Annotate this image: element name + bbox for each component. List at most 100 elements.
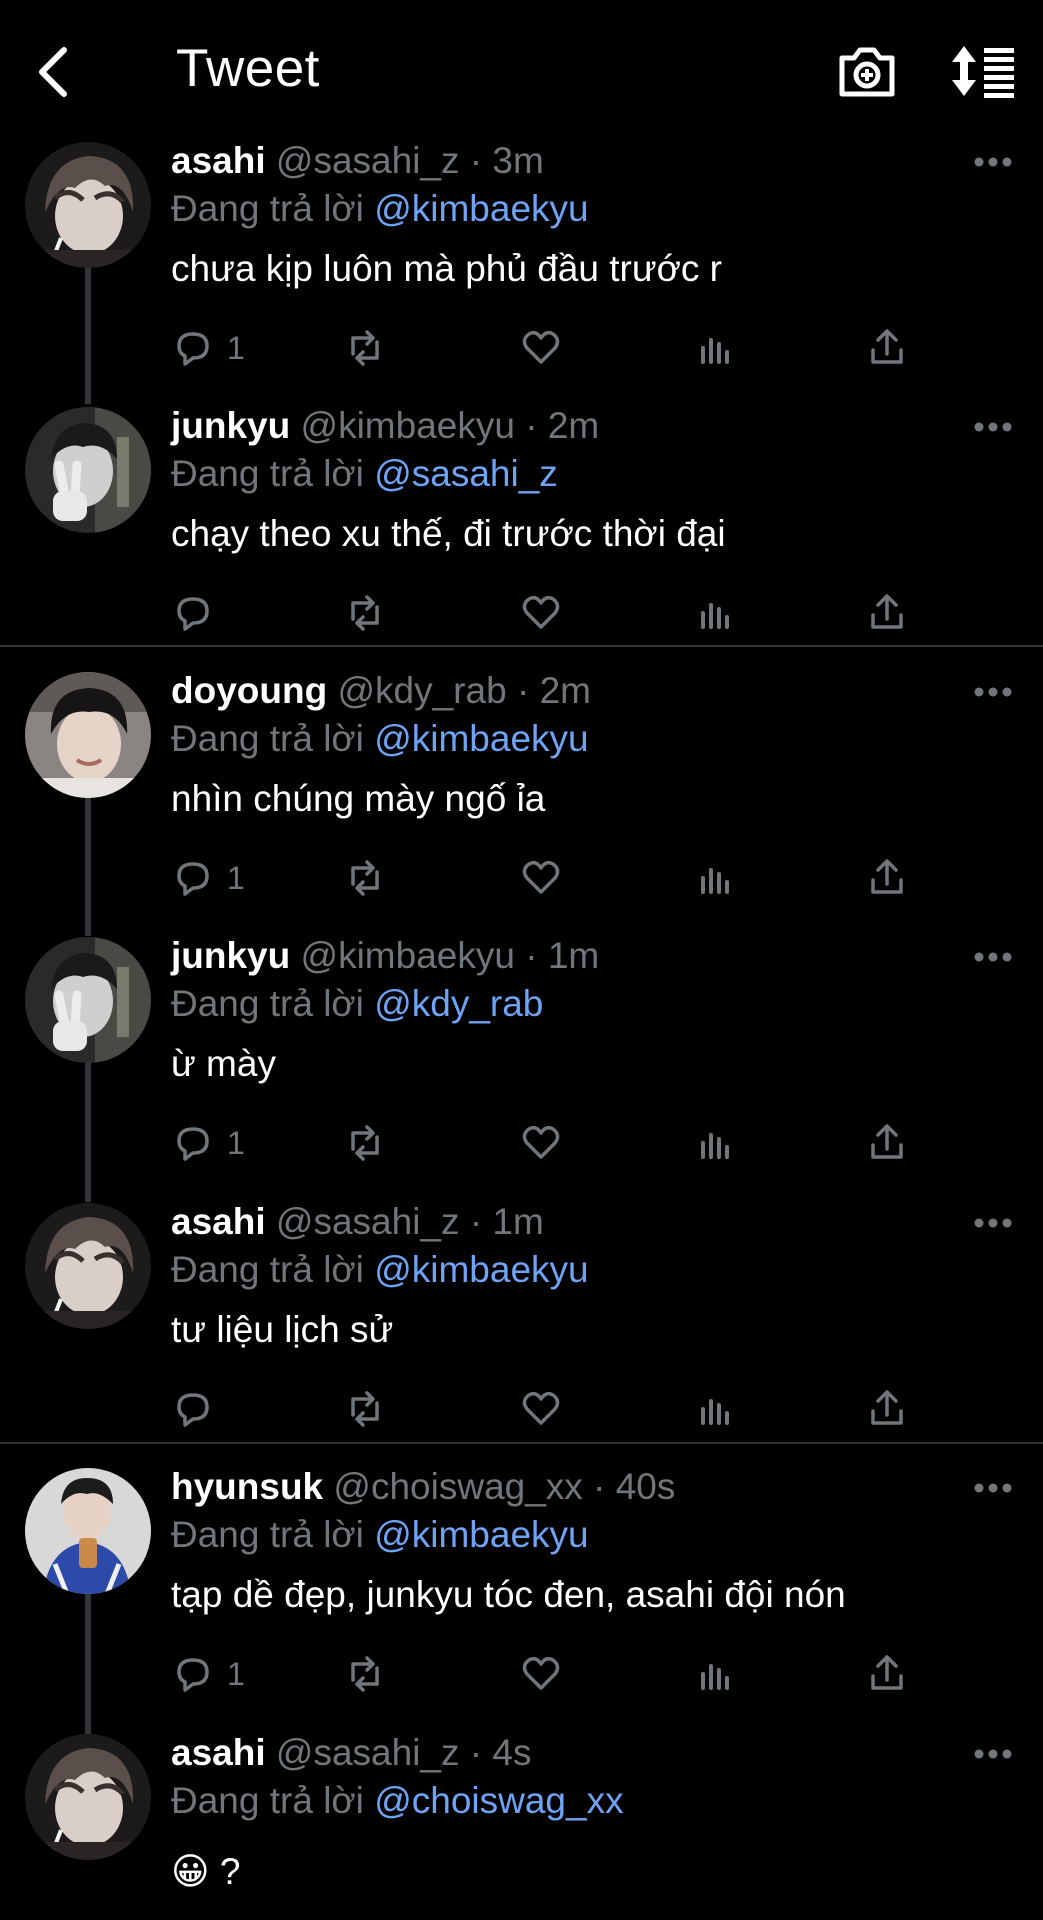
display-name[interactable]: junkyu [171, 935, 290, 976]
tweet-text: tạp dề đẹp, junkyu tóc đen, asahi đội nó… [171, 1574, 846, 1615]
tweet-actions [171, 590, 931, 640]
timestamp: 3m [492, 140, 544, 181]
display-name[interactable]: hyunsuk [171, 1466, 323, 1507]
tweet-item[interactable]: junkyu @kimbaekyu · 1m Đang trả lời @kdy… [0, 935, 1043, 1202]
like-button[interactable] [519, 325, 563, 371]
like-button[interactable] [519, 1651, 563, 1697]
mention-link[interactable]: @kimbaekyu [374, 1514, 588, 1555]
like-button[interactable] [519, 1386, 563, 1432]
like-button[interactable] [519, 1120, 563, 1166]
handle: @sasahi_z [275, 1732, 460, 1773]
timestamp: 1m [492, 1201, 544, 1242]
reply-count: 1 [227, 1124, 245, 1161]
reply-button[interactable] [171, 1386, 227, 1432]
tweet-text: 😀 ? [171, 1851, 241, 1892]
tweet-text: chạy theo xu thế, đi trước thời đại [171, 513, 726, 554]
mention-link[interactable]: @kimbaekyu [374, 718, 588, 759]
tweet-actions: 1 [171, 855, 931, 905]
share-icon [871, 594, 903, 629]
display-name[interactable]: junkyu [171, 405, 290, 446]
retweet-icon [351, 1125, 379, 1161]
share-button[interactable] [865, 325, 909, 371]
views-button[interactable] [693, 590, 737, 636]
analytics-icon [701, 868, 729, 894]
handle: @sasahi_z [275, 140, 460, 181]
analytics-icon [701, 1399, 729, 1425]
tweet-item[interactable]: hyunsuk @choiswag_xx · 40s Đang trả lời … [0, 1466, 1043, 1733]
more-options-icon[interactable] [973, 1482, 1013, 1494]
mention-link[interactable]: @kimbaekyu [374, 188, 588, 229]
avatar[interactable] [25, 142, 151, 268]
mention-link[interactable]: @kdy_rab [374, 983, 543, 1024]
tweet-item[interactable]: asahi @sasahi_z · 1m Đang trả lời @kimba… [0, 1201, 1043, 1468]
retweet-icon [351, 595, 379, 631]
handle: @sasahi_z [275, 1201, 460, 1242]
views-button[interactable] [693, 855, 737, 901]
timestamp: 2m [547, 405, 600, 446]
like-button[interactable] [519, 855, 563, 901]
camera-add-icon[interactable] [836, 44, 898, 100]
reply-icon [177, 1393, 209, 1427]
back-arrow-icon[interactable] [30, 44, 78, 100]
share-button[interactable] [865, 590, 909, 636]
more-options-icon[interactable] [973, 156, 1013, 168]
tweet-header: asahi @sasahi_z · 1m [171, 1201, 544, 1242]
retweet-button[interactable] [343, 1120, 387, 1166]
analytics-icon [701, 1133, 729, 1159]
display-name[interactable]: asahi [171, 1201, 266, 1242]
timestamp: 4s [492, 1732, 532, 1773]
sort-icon[interactable] [950, 44, 1016, 98]
views-button[interactable] [693, 325, 737, 371]
share-button[interactable] [865, 1386, 909, 1432]
handle: @kdy_rab [337, 670, 507, 711]
heart-icon [522, 595, 560, 629]
avatar[interactable] [25, 407, 151, 533]
share-button[interactable] [865, 855, 909, 901]
display-name[interactable]: asahi [171, 140, 266, 181]
more-options-icon[interactable] [973, 1217, 1013, 1229]
tweet-item[interactable]: junkyu @kimbaekyu · 2m Đang trả lời @sas… [0, 405, 1043, 672]
tweet-item[interactable]: asahi @sasahi_z · 4s Đang trả lời @chois… [0, 1732, 1043, 1920]
views-button[interactable] [693, 1651, 737, 1697]
mention-link[interactable]: @sasahi_z [374, 453, 558, 494]
avatar[interactable] [25, 937, 151, 1063]
more-options-icon[interactable] [973, 951, 1013, 963]
handle: @choiswag_xx [333, 1466, 583, 1507]
reply-count: 1 [227, 859, 245, 896]
tweet-item[interactable]: doyoung @kdy_rab · 2m Đang trả lời @kimb… [0, 670, 1043, 937]
share-button[interactable] [865, 1120, 909, 1166]
mention-link[interactable]: @kimbaekyu [374, 1249, 588, 1290]
share-button[interactable] [865, 1651, 909, 1697]
views-button[interactable] [693, 1386, 737, 1432]
reply-button[interactable]: 1 [171, 1651, 245, 1697]
display-name[interactable]: doyoung [171, 670, 327, 711]
reply-button[interactable]: 1 [171, 1120, 245, 1166]
tweet-item[interactable]: asahi @sasahi_z · 3m Đang trả lời @kimba… [0, 140, 1043, 407]
more-options-icon[interactable] [973, 1748, 1013, 1760]
retweet-button[interactable] [343, 1651, 387, 1697]
replying-to: Đang trả lời @kimbaekyu [171, 188, 589, 229]
more-options-icon[interactable] [973, 686, 1013, 698]
mention-link[interactable]: @choiswag_xx [374, 1780, 623, 1821]
retweet-icon [351, 1391, 379, 1427]
reply-button[interactable]: 1 [171, 325, 245, 371]
tweet-actions: 1 [171, 1120, 931, 1170]
tweet-header: asahi @sasahi_z · 3m [171, 140, 544, 181]
avatar[interactable] [25, 1734, 151, 1860]
retweet-button[interactable] [343, 1386, 387, 1432]
avatar[interactable] [25, 1468, 151, 1594]
views-button[interactable] [693, 1120, 737, 1166]
avatar[interactable] [25, 672, 151, 798]
tweet-text: nhìn chúng mày ngố ỉa [171, 778, 546, 819]
more-options-icon[interactable] [973, 421, 1013, 433]
page-title: Tweet [176, 39, 320, 98]
reply-button[interactable]: 1 [171, 855, 245, 901]
like-button[interactable] [519, 590, 563, 636]
avatar[interactable] [25, 1203, 151, 1329]
reply-button[interactable] [171, 590, 227, 636]
retweet-button[interactable] [343, 855, 387, 901]
retweet-button[interactable] [343, 325, 387, 371]
retweet-button[interactable] [343, 590, 387, 636]
tweet-actions: 1 [171, 1651, 931, 1701]
display-name[interactable]: asahi [171, 1732, 266, 1773]
